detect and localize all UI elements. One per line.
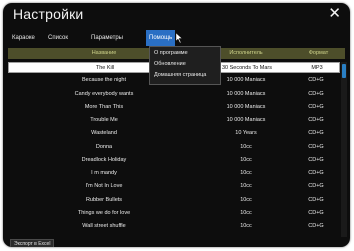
cell-title: More Than This (84, 103, 124, 110)
cell-artist: 10 000 Maniacs (226, 117, 266, 123)
cell-title: Candy everybody wants (74, 90, 134, 97)
window-title: Настройки (13, 6, 84, 22)
menu-item-about[interactable]: О программе (150, 48, 220, 59)
cell-artist: 10cc (240, 223, 252, 229)
settings-window: Настройки ✕ Караоке Список Параметры Пом… (3, 3, 350, 247)
cell-title: I'm Not In Love (85, 183, 123, 190)
cell-format: CD+G (308, 103, 324, 110)
cell-artist: 10cc (240, 183, 252, 190)
cell-artist: 10cc (240, 196, 252, 203)
cell-format: CD+G (308, 90, 324, 97)
cell-title: Trouble Me (90, 117, 118, 123)
menu-help[interactable]: Помощь (146, 30, 176, 46)
menu-list[interactable]: Список (45, 30, 71, 46)
table-row[interactable]: Things we do for love 10cc CD+G (8, 208, 340, 219)
table-row[interactable]: Donna 10cc CD+G (8, 142, 340, 153)
cell-title: Wall street shuffle (82, 223, 126, 229)
table-row[interactable]: Candy everybody wants 10 000 Maniacs CD+G (8, 89, 340, 100)
cell-format: CD+G (308, 209, 324, 216)
table-row[interactable]: Trouble Me 10 000 Maniacs CD+G (8, 115, 340, 126)
cell-format: CD+G (308, 183, 324, 190)
menu-parameters[interactable]: Параметры (88, 30, 126, 46)
cell-format: CD+G (308, 117, 324, 123)
cell-artist: 10cc (240, 156, 252, 163)
column-format[interactable]: Формат (292, 48, 345, 59)
table-row[interactable]: More Than This 10 000 Maniacs CD+G (8, 102, 340, 113)
menu-item-update[interactable]: Обновление (150, 59, 220, 70)
table-row[interactable]: Wasteland 10 Years CD+G (8, 128, 340, 139)
export-excel-button[interactable]: Экспорт в Excel (10, 239, 55, 247)
cell-artist: 10 000 Maniacs (226, 103, 266, 110)
cell-artist: 10 000 Maniacs (226, 90, 266, 97)
cell-artist: 10cc (240, 170, 252, 176)
cell-artist: 10cc (240, 143, 252, 150)
close-icon[interactable]: ✕ (328, 6, 341, 22)
cell-format: CD+G (308, 223, 324, 229)
cell-title: Donna (95, 143, 113, 150)
help-dropdown-menu: О программе Обновление Домашняя страница (149, 46, 221, 85)
cell-format: CD+G (308, 156, 324, 163)
cell-format: CD+G (308, 143, 324, 150)
scroll-thumb[interactable] (342, 64, 346, 78)
cell-title: I m mandy (91, 170, 117, 176)
table-row[interactable]: I m mandy 10cc CD+G (8, 168, 340, 179)
cell-format: MP3 (311, 65, 323, 71)
table-row[interactable]: Dreadlock Holiday 10cc CD+G (8, 155, 340, 166)
cursor-pointer-icon (176, 33, 183, 43)
scrollbar[interactable] (341, 62, 347, 237)
songs-table: The Kill 30 Seconds To Mars MP3 Because the… (8, 62, 340, 236)
cell-title: Things we do for love (77, 209, 131, 216)
menu-item-homepage[interactable]: Домашняя страница (150, 70, 220, 81)
cell-format: CD+G (308, 130, 324, 137)
cell-title: Wasteland (91, 130, 117, 137)
cell-format: CD+G (308, 170, 324, 176)
table-row[interactable]: Rubber Bullets 10cc CD+G (8, 195, 340, 206)
cell-format: CD+G (308, 196, 324, 203)
cell-title: Rubber Bullets (85, 196, 123, 203)
menu-karaoke[interactable]: Караоке (9, 30, 38, 46)
cell-format: CD+G (308, 77, 324, 84)
cell-artist: 10cc (240, 209, 252, 216)
table-row[interactable]: I'm Not In Love 10cc CD+G (8, 181, 340, 192)
table-row[interactable]: Wall street shuffle 10cc CD+G (8, 221, 340, 232)
cell-title: Dreadlock Holiday (81, 156, 127, 163)
cell-artist: 10 Years (235, 130, 257, 137)
